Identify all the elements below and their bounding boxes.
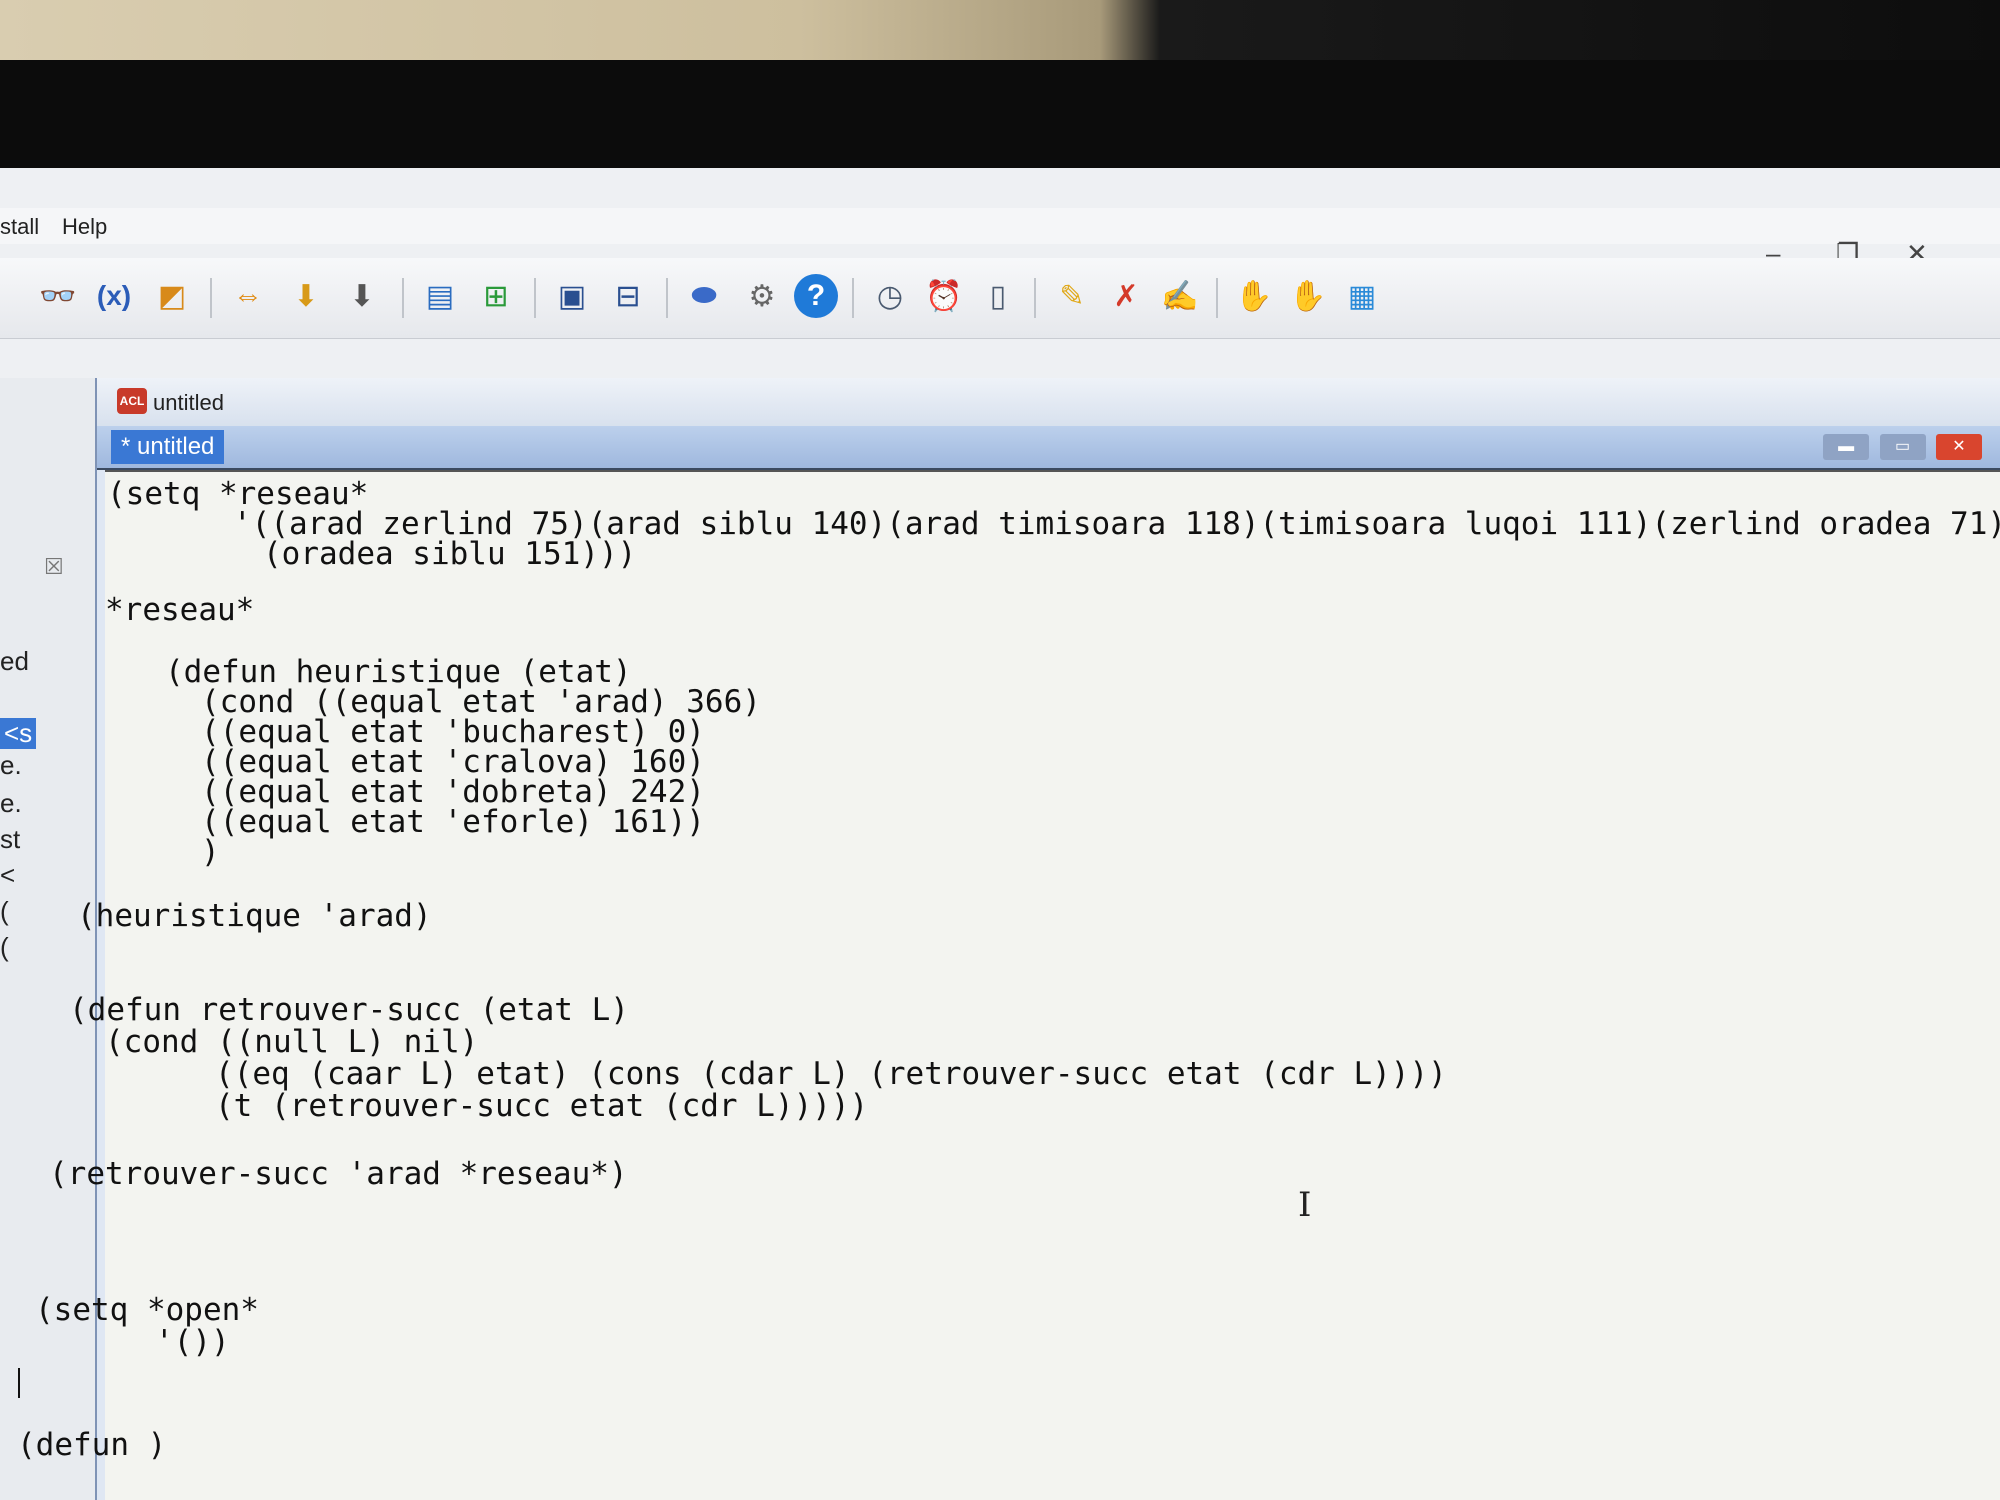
load-icon[interactable]: ⬇: [284, 274, 328, 318]
clock-icon[interactable]: ◷: [868, 274, 912, 318]
arrows-icon[interactable]: ⇔: [226, 274, 270, 318]
menu-install[interactable]: stall: [0, 214, 39, 240]
left-pane-item[interactable]: (: [0, 896, 9, 927]
mdi-minimize-button[interactable]: ▬: [1823, 434, 1870, 460]
acl-app-icon: ACL: [117, 388, 147, 414]
editor-titlebar: ACL untitled: [97, 378, 2000, 426]
clear-edit-icon[interactable]: ✗: [1104, 274, 1148, 318]
code-line: (defun retrouver-succ (etat L): [69, 992, 629, 1028]
code-line: ): [201, 834, 220, 870]
code-line: (defun ): [17, 1427, 167, 1463]
mdi-restore-button[interactable]: ▭: [1879, 434, 1926, 460]
pane-close-icon[interactable]: ☒: [44, 554, 64, 580]
editor-tabbar: * untitled ▬ ▭ ✕: [97, 426, 2000, 470]
text-caret: [18, 1368, 20, 1398]
mdi-controls: ▬ ▭ ✕: [1817, 434, 1982, 460]
code-line: (retrouver-succ 'arad *reseau*): [49, 1156, 628, 1192]
tab-untitled[interactable]: * untitled: [111, 430, 225, 464]
menu-help[interactable]: Help: [62, 214, 107, 240]
doc-clock-icon[interactable]: ▯: [976, 274, 1020, 318]
edit-icon[interactable]: ✎: [1050, 274, 1094, 318]
help-icon[interactable]: ?: [794, 274, 838, 318]
left-pane: ☒ ed <s e. e. st < ( (: [0, 378, 97, 1500]
tree-icon[interactable]: ⊞: [474, 274, 518, 318]
editor-title: untitled: [153, 390, 224, 415]
left-pane-item[interactable]: st: [0, 824, 20, 855]
left-pane-item[interactable]: e.: [0, 788, 22, 819]
window-icon[interactable]: ▤: [418, 274, 462, 318]
notes-icon[interactable]: ✍: [1158, 274, 1202, 318]
ide-screen: stall Help – ❐ ✕ 👓 (x) ◩ ⇔ ⬇ ⬇ ▤ ⊞ ▣ ⊟ ⬬…: [0, 168, 2000, 1500]
stop-icon[interactable]: ✋: [1232, 274, 1276, 318]
code-editor[interactable]: (setq *reseau* '((arad zerlind 75)(arad …: [17, 470, 2000, 1500]
alarm-icon[interactable]: ⏰: [922, 274, 966, 318]
debug-icon[interactable]: ⊟: [606, 274, 650, 318]
left-pane-item[interactable]: (: [0, 932, 9, 963]
listener-icon[interactable]: ▣: [550, 274, 594, 318]
code-line: (setq *open*: [35, 1292, 259, 1328]
left-pane-item[interactable]: e.: [0, 750, 22, 781]
code-line: (heuristique 'arad): [77, 898, 432, 934]
settings-icon[interactable]: ⚙: [740, 274, 784, 318]
code-line: (t (retrouver-succ etat (cdr L))))): [215, 1088, 869, 1124]
code-line: ((eq (caar L) etat) (cons (cdar L) (retr…: [215, 1056, 1447, 1092]
menu-bar: stall Help: [0, 208, 2000, 244]
save-icon[interactable]: ⬇: [340, 274, 384, 318]
code-line: '()): [155, 1324, 230, 1360]
ibeam-cursor-icon: I: [1298, 1185, 1312, 1225]
code-line: (cond ((null L) nil): [105, 1024, 479, 1060]
variable-x-icon[interactable]: (x): [92, 274, 136, 318]
component-icon[interactable]: ⬬: [682, 274, 726, 318]
left-pane-label: ed: [0, 646, 29, 676]
left-pane-item[interactable]: <: [0, 860, 15, 891]
main-toolbar: 👓 (x) ◩ ⇔ ⬇ ⬇ ▤ ⊞ ▣ ⊟ ⬬ ⚙ ? ◷ ⏰ ▯ ✎ ✗ ✍ …: [0, 258, 2000, 339]
folder-icon[interactable]: ▦: [1340, 274, 1384, 318]
code-line: (oradea siblu 151))): [263, 536, 637, 572]
break-icon[interactable]: ✋: [1286, 274, 1330, 318]
editor-window: ACL untitled * untitled ▬ ▭ ✕ (setq *res…: [17, 378, 2000, 1500]
mdi-close-button[interactable]: ✕: [1936, 434, 1982, 460]
code-line: ((equal etat 'eforle) 161)): [201, 804, 705, 840]
inspect-icon[interactable]: ◩: [150, 274, 194, 318]
binoculars-icon[interactable]: 👓: [36, 274, 80, 318]
code-line: *reseau*: [105, 592, 255, 628]
left-pane-selected[interactable]: <s: [0, 718, 37, 749]
